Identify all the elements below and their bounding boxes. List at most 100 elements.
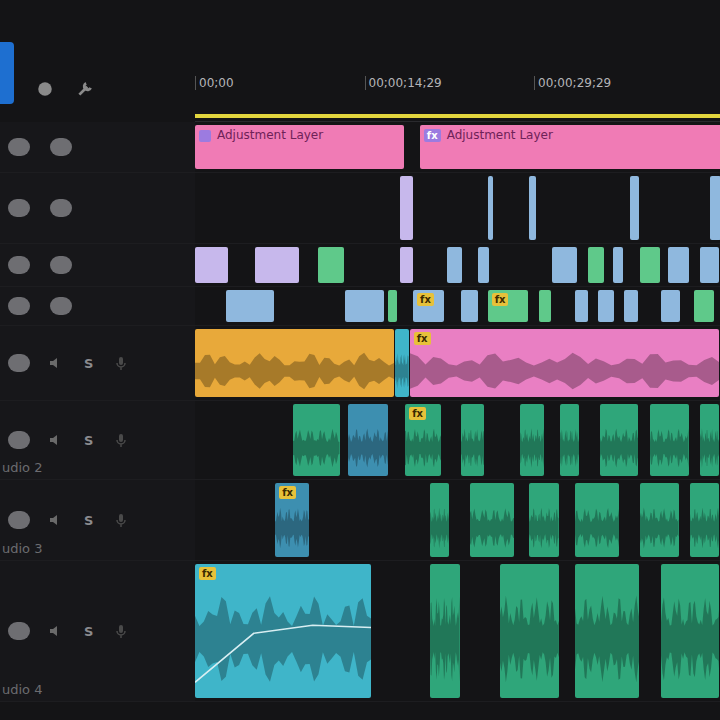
clip[interactable] <box>447 247 462 283</box>
clip[interactable] <box>500 564 559 698</box>
clip[interactable] <box>293 404 339 476</box>
solo-button[interactable]: S <box>82 433 95 448</box>
clip[interactable] <box>690 483 720 557</box>
clip[interactable] <box>650 404 689 476</box>
clip[interactable] <box>613 247 623 283</box>
clip[interactable] <box>400 176 414 240</box>
clip[interactable]: fx <box>195 564 371 698</box>
clip[interactable] <box>710 176 720 240</box>
clip[interactable] <box>529 176 536 240</box>
sync-lock-icon[interactable] <box>8 431 30 449</box>
clip[interactable] <box>624 290 638 322</box>
clip[interactable]: fx <box>413 290 444 322</box>
panel-tab[interactable] <box>0 42 14 104</box>
microphone-icon[interactable] <box>113 512 129 528</box>
clip[interactable] <box>694 290 713 322</box>
clip[interactable] <box>575 483 619 557</box>
clip[interactable] <box>598 290 614 322</box>
clip[interactable] <box>318 247 344 283</box>
clip-title <box>630 176 639 182</box>
clip[interactable]: fx <box>275 483 309 557</box>
clip[interactable] <box>560 404 579 476</box>
clip[interactable] <box>630 176 639 240</box>
clip[interactable] <box>395 329 409 397</box>
clip-title <box>560 404 579 410</box>
clip[interactable] <box>348 404 389 476</box>
clip[interactable] <box>588 247 604 283</box>
mute-icon[interactable] <box>48 512 64 528</box>
clip[interactable] <box>470 483 514 557</box>
snap-icon[interactable] <box>36 80 54 98</box>
clip[interactable] <box>575 564 640 698</box>
clip-title <box>598 290 614 296</box>
clip[interactable] <box>600 404 639 476</box>
clip-title: fx <box>195 564 371 583</box>
clip[interactable] <box>430 483 449 557</box>
sync-lock-icon[interactable] <box>8 354 30 372</box>
clip[interactable] <box>388 290 397 322</box>
clip[interactable] <box>575 290 589 322</box>
clip[interactable] <box>461 404 485 476</box>
clip[interactable] <box>226 290 275 322</box>
clip-title <box>640 247 659 253</box>
toggle-output-icon[interactable] <box>8 297 30 315</box>
clip[interactable] <box>661 564 720 698</box>
solo-button[interactable]: S <box>82 356 95 371</box>
microphone-icon[interactable] <box>113 623 129 639</box>
work-area-bar[interactable] <box>195 114 720 118</box>
microphone-icon[interactable] <box>113 355 129 371</box>
clip-title <box>430 483 449 489</box>
audio-controls: S <box>8 354 129 372</box>
clip[interactable] <box>400 247 414 283</box>
clip[interactable]: fx <box>488 290 529 322</box>
eye-icon[interactable] <box>50 297 72 315</box>
eye-icon[interactable] <box>50 199 72 217</box>
clip[interactable]: Adjustment Layer <box>195 125 404 169</box>
waveform-icon <box>529 501 559 555</box>
timeline-window: 00;0000;00;14;2900;00;29;29Adjustment La… <box>0 0 720 720</box>
solo-button[interactable]: S <box>82 624 95 639</box>
clip-title: fx <box>488 290 529 309</box>
sync-lock-icon[interactable] <box>8 622 30 640</box>
clip[interactable]: fx <box>405 404 441 476</box>
clip[interactable] <box>430 564 460 698</box>
clip[interactable] <box>255 247 299 283</box>
toggle-output-icon[interactable] <box>8 138 30 156</box>
clip[interactable] <box>661 290 680 322</box>
clip[interactable]: fx <box>410 329 720 397</box>
clip-title <box>500 564 559 570</box>
mute-icon[interactable] <box>48 623 64 639</box>
eye-icon[interactable] <box>50 138 72 156</box>
clip[interactable]: fxAdjustment Layer <box>420 125 720 169</box>
mute-icon[interactable] <box>48 355 64 371</box>
clip[interactable] <box>640 247 659 283</box>
clip[interactable] <box>640 483 679 557</box>
waveform-icon <box>575 501 619 555</box>
clip-title <box>529 176 536 182</box>
clip[interactable] <box>461 290 478 322</box>
mute-icon[interactable] <box>48 432 64 448</box>
eye-icon[interactable] <box>50 256 72 274</box>
solo-button[interactable]: S <box>82 513 95 528</box>
clip[interactable] <box>345 290 384 322</box>
clip[interactable] <box>700 247 719 283</box>
clip[interactable] <box>195 247 228 283</box>
clip[interactable] <box>488 176 494 240</box>
clip[interactable] <box>539 290 552 322</box>
time-ruler[interactable]: 00;0000;00;14;2900;00;29;29 <box>195 0 720 122</box>
sync-lock-icon[interactable] <box>8 511 30 529</box>
clip[interactable] <box>552 247 577 283</box>
toggle-output-icon[interactable] <box>8 256 30 274</box>
clip[interactable] <box>195 329 394 397</box>
clip[interactable] <box>529 483 559 557</box>
timecode-label: 00;00;14;29 <box>365 76 442 90</box>
clip[interactable] <box>478 247 489 283</box>
toggle-output-icon[interactable] <box>8 199 30 217</box>
track-lane: fx <box>195 480 720 560</box>
clip[interactable] <box>700 404 719 476</box>
clip[interactable] <box>520 404 544 476</box>
volume-line[interactable] <box>195 582 371 696</box>
wrench-icon[interactable] <box>76 80 94 98</box>
microphone-icon[interactable] <box>113 432 129 448</box>
clip[interactable] <box>668 247 688 283</box>
